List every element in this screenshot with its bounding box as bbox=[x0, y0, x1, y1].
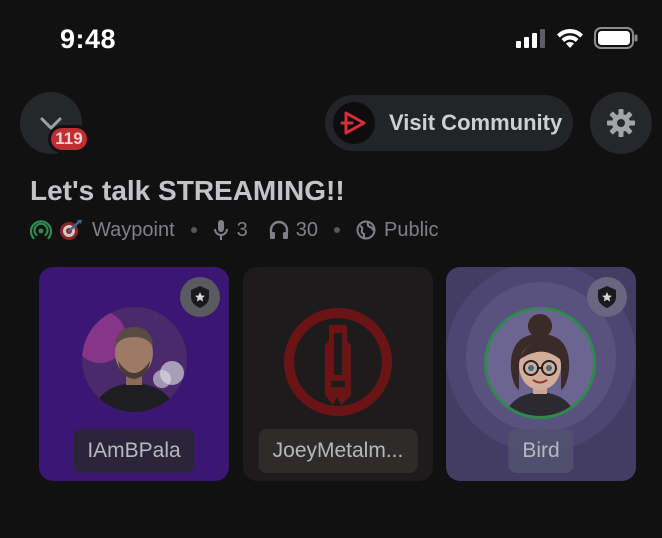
visit-community-button[interactable]: Visit Community bbox=[325, 95, 573, 151]
status-bar: 9:48 bbox=[0, 0, 662, 80]
separator-dot bbox=[334, 227, 341, 233]
avatar bbox=[484, 307, 596, 419]
notification-badge: 119 bbox=[48, 125, 90, 153]
battery-icon bbox=[594, 27, 638, 49]
moderator-badge bbox=[587, 277, 627, 317]
community-logo-icon bbox=[333, 102, 375, 144]
avatar bbox=[82, 307, 187, 412]
stage-title: Let's talk STREAMING!! bbox=[30, 175, 345, 206]
headphones-icon bbox=[269, 220, 288, 239]
stage-meta: Waypoint 3 30 Public bbox=[30, 217, 439, 243]
listener-count: 30 bbox=[268, 219, 318, 242]
participant-tile[interactable]: IAmBPala bbox=[39, 267, 229, 481]
stage-icon bbox=[30, 220, 52, 240]
visibility: Public bbox=[356, 218, 439, 242]
shield-star-icon bbox=[191, 286, 209, 308]
wifi-icon bbox=[557, 28, 583, 48]
clock: 9:48 bbox=[60, 24, 117, 54]
stage-category: Waypoint bbox=[30, 218, 175, 242]
participant-tile[interactable]: Bird bbox=[446, 267, 636, 481]
speaker-count-value: 3 bbox=[236, 218, 248, 241]
status-icons bbox=[516, 26, 638, 50]
settings-button[interactable] bbox=[590, 92, 652, 154]
participant-name: JoeyMetalm... bbox=[258, 429, 418, 473]
globe-icon bbox=[356, 220, 376, 240]
shield-star-icon bbox=[598, 286, 616, 308]
participant-name: Bird bbox=[508, 429, 574, 473]
visit-community-label: Visit Community bbox=[389, 110, 563, 135]
separator-dot bbox=[190, 227, 197, 233]
waypoint-target-icon bbox=[60, 219, 82, 240]
category-name: Waypoint bbox=[92, 218, 175, 241]
visibility-label: Public bbox=[384, 218, 439, 241]
listener-count-value: 30 bbox=[295, 218, 319, 241]
avatar bbox=[281, 305, 395, 419]
microphone-icon bbox=[213, 220, 228, 240]
cellular-signal-icon bbox=[516, 29, 545, 48]
moderator-badge bbox=[180, 277, 220, 317]
gear-icon bbox=[607, 109, 635, 137]
participant-name: IAmBPala bbox=[73, 429, 195, 473]
speaker-count: 3 bbox=[213, 219, 248, 242]
participant-tile[interactable]: JoeyMetalm... bbox=[243, 267, 433, 481]
